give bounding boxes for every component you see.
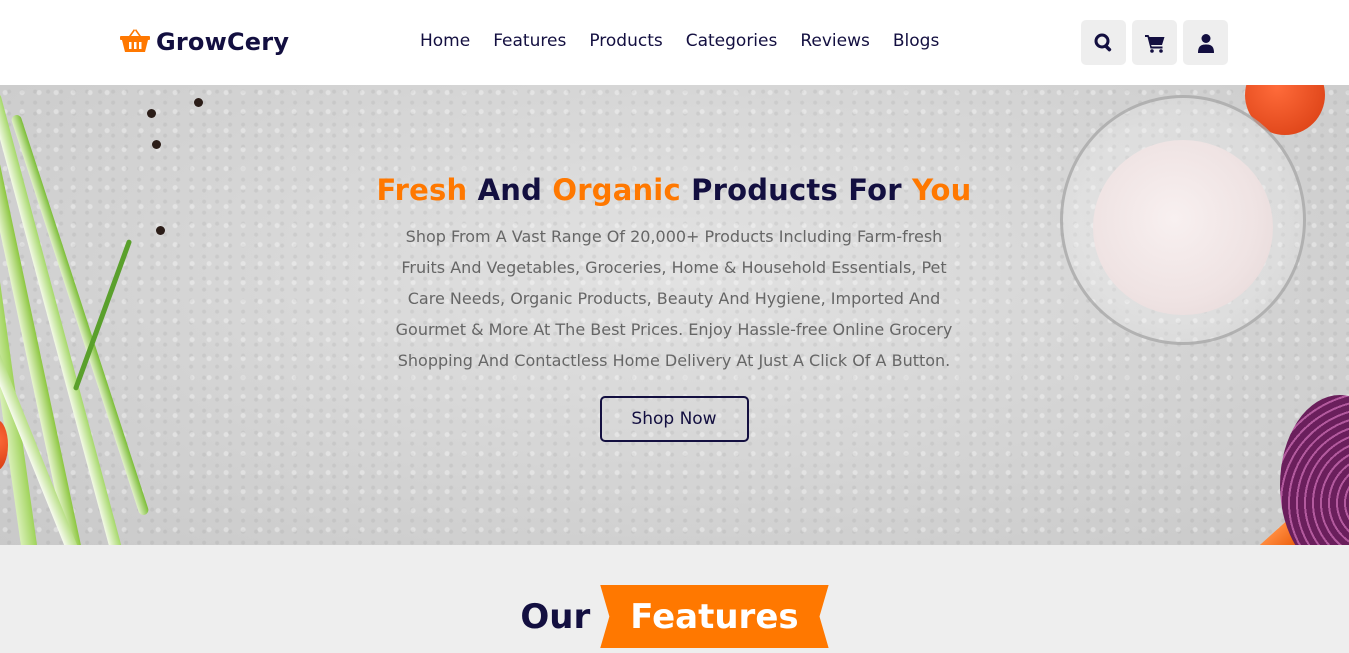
nav-reviews[interactable]: Reviews (800, 31, 870, 51)
logo[interactable]: GrowCery (120, 27, 289, 57)
main-nav: Home Features Products Categories Review… (420, 31, 939, 51)
hero-title: Fresh And Organic Products For You (374, 173, 974, 207)
salt-image (1093, 140, 1273, 315)
hero-title-products-for: Products For (691, 173, 902, 207)
user-icon (1197, 33, 1214, 53)
cart-button[interactable] (1132, 20, 1177, 65)
nav-categories[interactable]: Categories (686, 31, 778, 51)
hero-description: Shop From A Vast Range Of 20,000+ Produc… (395, 227, 953, 370)
hero-title-and: And (477, 173, 543, 207)
header-icons (1081, 20, 1228, 65)
account-button[interactable] (1183, 20, 1228, 65)
nav-features[interactable]: Features (493, 31, 566, 51)
cart-icon (1144, 34, 1164, 53)
header: GrowCery Home Features Products Categori… (0, 0, 1349, 85)
features-heading-highlight: Features (600, 585, 829, 648)
basket-icon (120, 27, 150, 57)
logo-text: GrowCery (156, 28, 290, 56)
search-icon (1094, 33, 1111, 51)
peppercorn-icon (194, 98, 203, 107)
features-heading-plain: Our (520, 596, 591, 637)
peppercorn-icon (152, 140, 161, 149)
nav-products[interactable]: Products (589, 31, 662, 51)
shop-now-button[interactable]: Shop Now (599, 396, 749, 442)
peppercorn-icon (156, 226, 165, 235)
hero-title-you: You (912, 173, 972, 207)
red-cabbage-image (1280, 395, 1349, 545)
search-button[interactable] (1081, 20, 1126, 65)
hero-title-organic: Organic (552, 173, 681, 207)
hero-title-fresh: Fresh (376, 173, 468, 207)
hero-banner: Fresh And Organic Products For You Shop … (0, 85, 1349, 545)
peppercorn-icon (147, 109, 156, 118)
nav-home[interactable]: Home (420, 31, 470, 51)
features-heading: Our Features (0, 585, 1349, 648)
hero-content: Fresh And Organic Products For You Shop … (374, 173, 974, 442)
nav-blogs[interactable]: Blogs (893, 31, 939, 51)
